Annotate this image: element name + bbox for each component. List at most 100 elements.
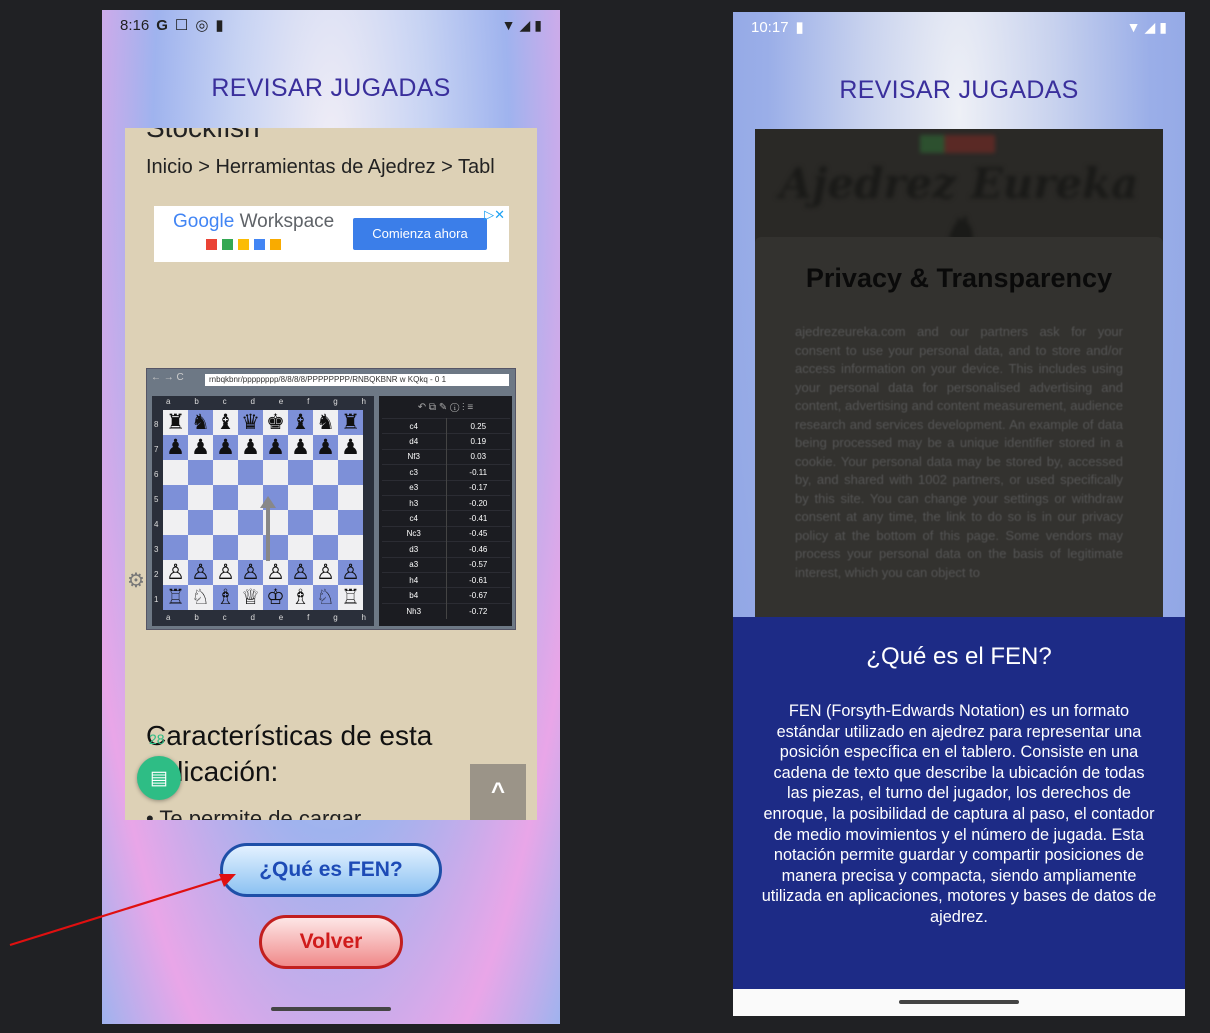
chess-piece: ♙ xyxy=(341,560,360,584)
what-is-fen-button[interactable]: ¿Qué es FEN? xyxy=(220,843,442,897)
board-square: ♗ xyxy=(213,585,238,610)
file-labels-bottom: a b c d e f g h xyxy=(166,613,366,622)
board-square: ♜ xyxy=(163,410,188,435)
analysis-board-image: ← → C rnbqkbnr/pppppppp/8/8/8/8/PPPPPPPP… xyxy=(146,368,516,630)
board-square: ♜ xyxy=(338,410,363,435)
board-square xyxy=(188,485,213,510)
engine-move: a3 xyxy=(382,556,447,573)
board-square xyxy=(313,485,338,510)
chess-piece: ♝ xyxy=(216,410,235,434)
board-square: ♖ xyxy=(338,585,363,610)
board-square xyxy=(313,535,338,560)
fen-info-title: ¿Qué es el FEN? xyxy=(866,643,1052,670)
rank-label: 3 xyxy=(154,545,159,554)
web-content-view-dimmed: Ajedrez Eureka ♞ Privacy & Transparency … xyxy=(755,129,1163,624)
breadcrumb[interactable]: Inicio > Herramientas de Ajedrez > Tabl xyxy=(146,156,495,179)
chess-piece: ♔ xyxy=(266,585,285,609)
chess-piece: ♟ xyxy=(341,435,360,459)
board-square xyxy=(288,510,313,535)
engine-eval: 0.25 xyxy=(446,417,510,434)
phone-screen-right: 10:17 ▮ ▼ ◢ ▮ REVISAR JUGADAS Ajedrez Eu… xyxy=(733,12,1185,1016)
board-square: ♟ xyxy=(213,435,238,460)
board-square xyxy=(338,535,363,560)
chat-bubble-icon[interactable]: ▤ xyxy=(137,756,181,800)
ad-cta-button[interactable]: Comienza ahora xyxy=(353,218,487,250)
board-square: ♝ xyxy=(213,410,238,435)
ad-brand: Google Workspace xyxy=(173,211,334,233)
file-label: f xyxy=(307,397,310,406)
chess-piece: ♛ xyxy=(241,410,260,434)
rank-label: 4 xyxy=(154,520,159,529)
chess-piece: ♖ xyxy=(166,585,185,609)
file-label: c xyxy=(222,397,227,406)
engine-toolbar: ↶ ⧉ ✎ ⓘ ⫶ ≡ xyxy=(417,401,474,413)
chess-piece: ♚ xyxy=(266,410,285,434)
phone-screen-left: 8:16 G ☐ ◎ ▮ ▼ ◢ ▮ REVISAR JUGADAS Stock… xyxy=(102,10,560,1024)
board-square: ♙ xyxy=(313,560,338,585)
chess-piece: ♙ xyxy=(191,560,210,584)
board-square: ♟ xyxy=(288,435,313,460)
board-square: ♔ xyxy=(263,585,288,610)
engine-move-row: Nf3 0.03 xyxy=(382,448,510,465)
battery-icon: ▮ xyxy=(534,16,542,33)
engine-eval: -0.61 xyxy=(446,571,510,588)
rank-label: 1 xyxy=(154,595,159,604)
board-square: ♗ xyxy=(288,585,313,610)
board-square xyxy=(213,510,238,535)
status-bar: 10:17 ▮ ▼ ◢ ▮ xyxy=(733,12,1185,42)
board-square xyxy=(238,510,263,535)
board-square: ♘ xyxy=(313,585,338,610)
board-square: ♟ xyxy=(238,435,263,460)
engine-eval: -0.45 xyxy=(446,525,510,542)
chess-piece: ♘ xyxy=(316,585,335,609)
features-heading: Características de esta aplicación: xyxy=(146,720,433,787)
chess-piece: ♖ xyxy=(341,585,360,609)
shield-status-icon: ◎ xyxy=(195,17,209,34)
board-square: ♙ xyxy=(338,560,363,585)
board-square: ♛ xyxy=(238,410,263,435)
engine-move-row: Nh3 -0.72 xyxy=(382,602,510,619)
flag-image xyxy=(920,135,995,153)
file-label: d xyxy=(250,613,255,622)
workspace-app-icons xyxy=(206,239,281,250)
file-label: h xyxy=(361,613,366,622)
scroll-to-top-button[interactable]: ^ xyxy=(470,764,526,820)
engine-eval: -0.17 xyxy=(446,479,510,496)
rank-label: 2 xyxy=(154,570,159,579)
chess-piece: ♙ xyxy=(241,560,260,584)
engine-move-row: d3 -0.46 xyxy=(382,541,510,558)
sd-card-status-icon: ▮ xyxy=(795,19,804,36)
board-square xyxy=(213,535,238,560)
workspace-wordmark: Workspace xyxy=(239,211,335,232)
cast-status-icon: ☐ xyxy=(174,17,189,34)
engine-move: Nf3 xyxy=(382,448,447,465)
status-bar: 8:16 G ☐ ◎ ▮ ▼ ◢ ▮ xyxy=(102,10,560,40)
ad-banner[interactable]: Google Workspace Comienza ahora ▷✕ xyxy=(154,206,509,262)
rank-label: 7 xyxy=(154,445,159,454)
gear-icon[interactable]: ⚙ xyxy=(127,568,145,593)
meet-icon xyxy=(222,239,233,250)
board-square: ♙ xyxy=(213,560,238,585)
chess-piece: ♟ xyxy=(316,435,335,459)
status-time: 8:16 xyxy=(120,16,150,34)
chess-piece: ♙ xyxy=(316,560,335,584)
chess-piece: ♗ xyxy=(216,585,235,609)
home-indicator[interactable] xyxy=(271,1007,391,1011)
chess-piece: ♟ xyxy=(266,435,285,459)
board-square xyxy=(188,460,213,485)
board-square xyxy=(288,460,313,485)
file-label: g xyxy=(333,397,338,406)
board-square: ♕ xyxy=(238,585,263,610)
board-square: ♝ xyxy=(288,410,313,435)
file-label: g xyxy=(333,613,338,622)
chess-piece: ♙ xyxy=(216,560,235,584)
board-square xyxy=(288,535,313,560)
web-content-view[interactable]: Stockfish Inicio > Herramientas de Ajedr… xyxy=(125,128,537,820)
ad-choices-close-icon[interactable]: ▷✕ xyxy=(484,207,505,223)
move-arrow-icon xyxy=(260,496,276,561)
engine-move: d3 xyxy=(382,541,447,558)
status-time: 10:17 xyxy=(751,18,789,36)
feature-bullet: • Te permite de cargar xyxy=(146,806,362,820)
home-indicator[interactable] xyxy=(899,1000,1019,1004)
back-button[interactable]: Volver xyxy=(259,915,403,969)
